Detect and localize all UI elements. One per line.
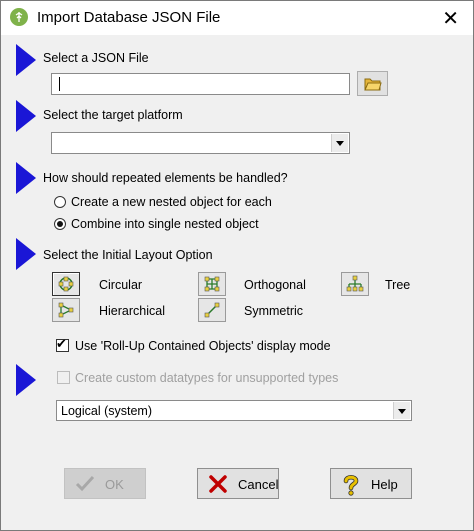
- ok-button-label: OK: [105, 477, 124, 492]
- circular-layout-icon: [58, 276, 74, 292]
- chevron-down-icon[interactable]: [393, 402, 410, 419]
- checkmark-icon: [75, 475, 95, 492]
- layout-symmetric-button[interactable]: [198, 298, 226, 322]
- help-button[interactable]: Help: [330, 468, 412, 499]
- help-button-label: Help: [371, 477, 398, 492]
- cancel-button-label: Cancel: [238, 477, 279, 492]
- cancel-button[interactable]: Cancel: [197, 468, 279, 499]
- json-file-label: Select a JSON File: [43, 51, 149, 65]
- layout-tree-button[interactable]: [341, 272, 369, 296]
- window-title: Import Database JSON File: [37, 9, 221, 26]
- repeated-elements-label: How should repeated elements be handled?: [43, 171, 288, 185]
- layout-tree-label[interactable]: Tree: [385, 278, 410, 292]
- custom-datatypes-checkbox[interactable]: [57, 371, 70, 384]
- ok-button[interactable]: OK: [64, 468, 146, 499]
- radio-new-nested-label[interactable]: Create a new nested object for each: [71, 195, 272, 209]
- rollup-label[interactable]: Use 'Roll-Up Contained Objects' display …: [75, 339, 331, 353]
- target-platform-label: Select the target platform: [43, 108, 183, 122]
- import-json-dialog: Import Database JSON File ✕ Select a JSO…: [0, 0, 474, 531]
- radio-combine-nested-object[interactable]: [54, 218, 66, 230]
- folder-icon: [364, 78, 382, 91]
- layout-orthogonal-button[interactable]: [198, 272, 226, 296]
- layout-hierarchical-label[interactable]: Hierarchical: [99, 304, 165, 318]
- layout-circular-label[interactable]: Circular: [99, 278, 142, 292]
- datatype-select-value: Logical (system): [61, 404, 152, 418]
- tree-layout-icon: [346, 275, 364, 292]
- help-question-icon: [343, 474, 359, 496]
- radio-combine-nested-label[interactable]: Combine into single nested object: [71, 217, 259, 231]
- cancel-x-icon: [209, 475, 227, 493]
- hierarchical-layout-icon: [58, 302, 74, 318]
- layout-hierarchical-button[interactable]: [52, 298, 80, 322]
- layout-symmetric-label[interactable]: Symmetric: [244, 304, 303, 318]
- layout-option-label: Select the Initial Layout Option: [43, 248, 213, 262]
- datatype-select[interactable]: Logical (system): [56, 400, 412, 421]
- orthogonal-layout-icon: [204, 276, 220, 292]
- symmetric-layout-icon: [204, 302, 220, 318]
- close-icon[interactable]: ✕: [442, 6, 459, 31]
- chevron-down-icon[interactable]: [331, 134, 348, 152]
- rollup-checkbox[interactable]: ✔: [56, 336, 69, 352]
- dialog-body: Select a JSON File Select the target pla…: [1, 35, 473, 530]
- app-logo-icon: [10, 8, 28, 26]
- browse-folder-button[interactable]: [357, 71, 388, 96]
- text-caret: [59, 77, 60, 91]
- section-arrow-icon: [16, 100, 36, 132]
- title-bar: Import Database JSON File ✕: [1, 1, 473, 35]
- json-file-input[interactable]: [51, 73, 350, 95]
- target-platform-select[interactable]: [51, 132, 350, 154]
- section-arrow-icon: [16, 364, 36, 396]
- section-arrow-icon: [16, 162, 36, 194]
- checkmark-icon: ✔: [56, 336, 67, 351]
- section-arrow-icon: [16, 44, 36, 76]
- layout-orthogonal-label[interactable]: Orthogonal: [244, 278, 306, 292]
- radio-new-nested-object[interactable]: [54, 196, 66, 208]
- layout-circular-button[interactable]: [52, 272, 80, 296]
- section-arrow-icon: [16, 238, 36, 270]
- custom-datatypes-label: Create custom datatypes for unsupported …: [75, 371, 339, 385]
